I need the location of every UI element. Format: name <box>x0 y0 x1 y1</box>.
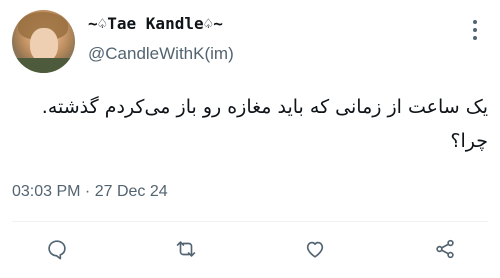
tweet-text-line-1: یک ساعت از زمانی که باید مغازه رو باز می… <box>41 96 488 118</box>
avatar[interactable] <box>12 10 75 73</box>
more-dot <box>473 36 477 40</box>
author-handle[interactable]: @CandleWithK(im) <box>88 44 234 64</box>
share-button[interactable] <box>432 236 458 262</box>
heart-icon <box>306 241 324 258</box>
divider <box>12 221 488 222</box>
like-button[interactable] <box>302 236 328 262</box>
reply-icon <box>48 240 66 260</box>
tweet-timestamp[interactable]: 03:03 PM · 27 Dec 24 <box>12 183 168 201</box>
reply-button[interactable] <box>44 236 70 262</box>
avatar-shirt <box>12 58 75 73</box>
tweet-text-line-2: چرا؟ <box>450 130 488 152</box>
tweet-text: یک ساعت از زمانی که باید مغازه رو باز می… <box>12 90 488 158</box>
more-dot <box>473 20 477 24</box>
avatar-face <box>30 28 58 62</box>
more-dot <box>473 28 477 32</box>
author-display-name[interactable]: ~♤Tae Kandle♤~ <box>88 14 223 33</box>
more-options-icon[interactable] <box>472 20 478 40</box>
share-icon <box>436 239 454 259</box>
retweet-button[interactable] <box>173 236 199 262</box>
retweet-icon <box>176 241 196 257</box>
tweet-card: ~♤Tae Kandle♤~ @CandleWithK(im) یک ساعت … <box>0 0 500 278</box>
